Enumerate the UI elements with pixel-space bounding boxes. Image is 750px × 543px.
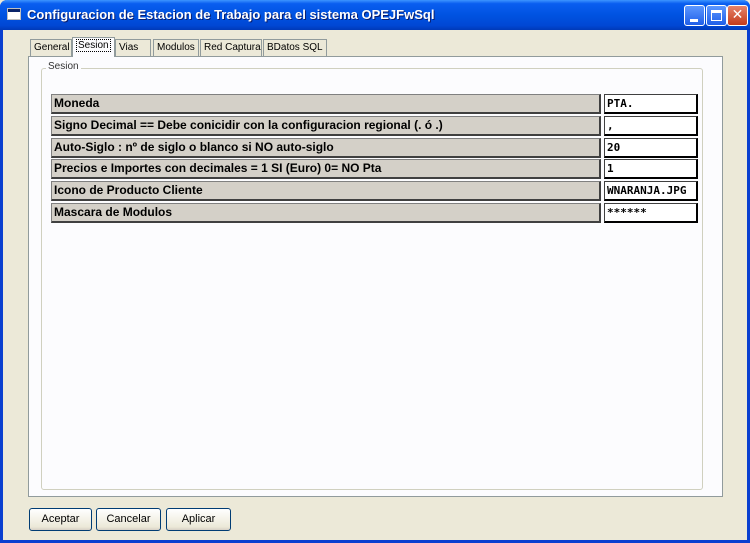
minimize-icon bbox=[690, 19, 698, 22]
row-label: Moneda bbox=[51, 94, 601, 114]
tab-label: Vias bbox=[119, 42, 139, 53]
row-value-field[interactable]: PTA. bbox=[604, 94, 698, 114]
tab-label: Red Captura bbox=[204, 42, 261, 53]
close-icon: ✕ bbox=[731, 7, 744, 23]
tab-label: Sesion bbox=[76, 39, 111, 52]
close-button[interactable]: ✕ bbox=[727, 5, 748, 26]
tab-label: General bbox=[34, 42, 70, 53]
row-label: Precios e Importes con decimales = 1 SI … bbox=[51, 159, 601, 179]
tab-general[interactable]: General bbox=[30, 39, 72, 56]
row-value-field[interactable]: 20 bbox=[604, 138, 698, 158]
tab-label: BDatos SQL bbox=[267, 42, 323, 53]
tab-sesion[interactable]: Sesion bbox=[72, 37, 115, 57]
row-label: Signo Decimal == Debe conicidir con la c… bbox=[51, 116, 601, 136]
app-icon bbox=[7, 8, 21, 20]
maximize-icon bbox=[711, 10, 722, 21]
row-value-field[interactable]: 1 bbox=[604, 159, 698, 179]
row-value-field[interactable]: , bbox=[604, 116, 698, 136]
main-window: Configuracion de Estacion de Trabajo par… bbox=[0, 0, 750, 543]
window-title: Configuracion de Estacion de Trabajo par… bbox=[27, 7, 435, 22]
maximize-button[interactable] bbox=[706, 5, 727, 26]
apply-button[interactable]: Aplicar bbox=[166, 508, 231, 531]
accept-button[interactable]: Aceptar bbox=[29, 508, 92, 531]
row-label: Auto-Siglo : nº de siglo o blanco si NO … bbox=[51, 138, 601, 158]
cancel-button[interactable]: Cancelar bbox=[96, 508, 161, 531]
groupbox-label: Sesion bbox=[46, 61, 81, 72]
row-value-field[interactable]: WNARANJA.JPG bbox=[604, 181, 698, 201]
row-value-field[interactable]: ****** bbox=[604, 203, 698, 223]
tab-label: Modulos bbox=[157, 42, 195, 53]
minimize-button[interactable] bbox=[684, 5, 705, 26]
tab-red-captura[interactable]: Red Captura bbox=[200, 39, 262, 56]
row-label: Mascara de Modulos bbox=[51, 203, 601, 223]
tab-modulos[interactable]: Modulos bbox=[153, 39, 199, 56]
tab-vias[interactable]: Vias bbox=[115, 39, 151, 56]
title-bar[interactable]: Configuracion de Estacion de Trabajo par… bbox=[0, 0, 750, 30]
tab-bdatos-sql[interactable]: BDatos SQL bbox=[263, 39, 327, 56]
row-label: Icono de Producto Cliente bbox=[51, 181, 601, 201]
